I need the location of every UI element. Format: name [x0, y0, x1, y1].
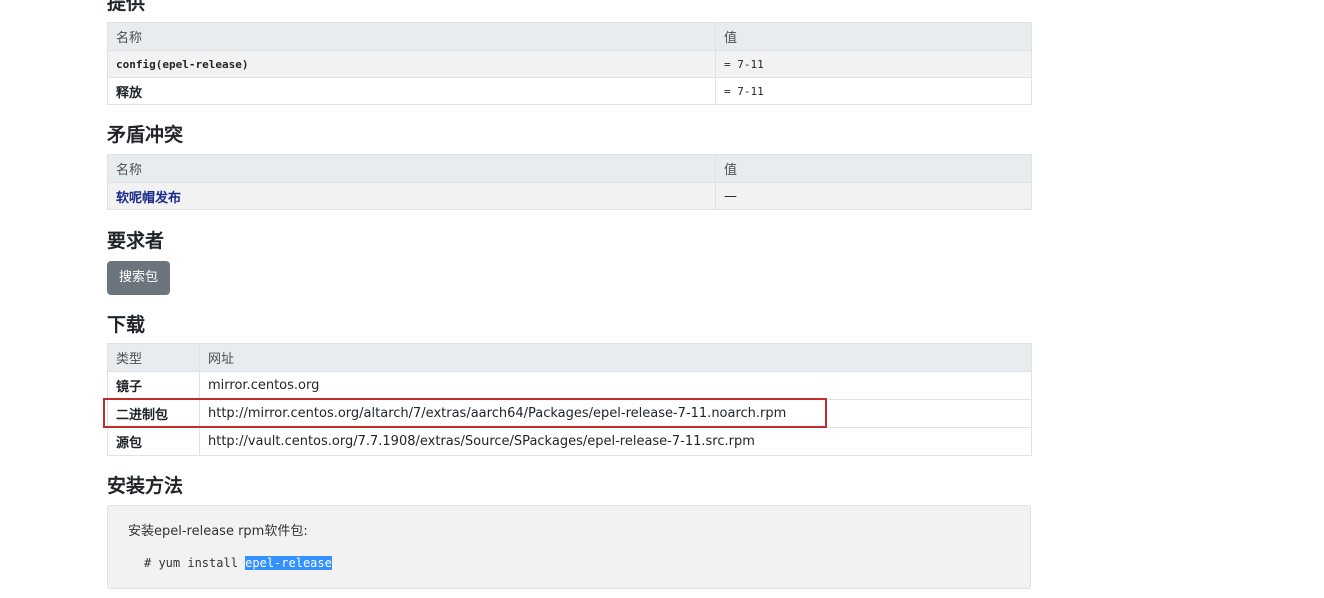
- install-description: 安装epel-release rpm软件包:: [128, 524, 308, 539]
- table-row: 源包 http://vault.centos.org/7.7.1908/extr…: [107, 427, 1032, 456]
- provides-heading: 提供: [107, 0, 146, 14]
- column-header-type: 类型: [107, 343, 200, 372]
- provide-value: = 7-11: [715, 50, 1032, 78]
- column-header-url: 网址: [199, 343, 1032, 372]
- provides-table: 名称 值 config(epel-release) = 7-11 释放 = 7-…: [107, 22, 1032, 105]
- provides-section: 名称 值 config(epel-release) = 7-11 释放 = 7-…: [107, 22, 1032, 105]
- conflicts-table: 名称 值 软呢帽发布 —: [107, 154, 1032, 210]
- download-type: 二进制包: [107, 399, 200, 428]
- download-url[interactable]: http://vault.centos.org/7.7.1908/extras/…: [199, 427, 1032, 456]
- column-header-value: 值: [715, 154, 1032, 183]
- table-header-row: 名称 值: [107, 154, 1032, 183]
- table-row: config(epel-release) = 7-11: [107, 50, 1032, 78]
- download-url[interactable]: http://mirror.centos.org/altarch/7/extra…: [199, 399, 1032, 428]
- provide-value: = 7-11: [715, 77, 1032, 105]
- install-heading: 安装方法: [107, 475, 184, 497]
- install-command: # yum install epel-release: [144, 556, 332, 570]
- download-type: 镜子: [107, 371, 200, 400]
- table-row: 镜子 mirror.centos.org: [107, 371, 1032, 400]
- download-heading: 下载: [107, 314, 146, 336]
- conflict-name-cell: 软呢帽发布: [107, 182, 716, 210]
- column-header-name: 名称: [107, 22, 716, 51]
- required-by-section: 搜索包: [107, 261, 171, 295]
- install-command-prefix: # yum install: [144, 556, 246, 570]
- conflicts-heading: 矛盾冲突: [107, 124, 184, 146]
- required-by-heading: 要求者: [107, 230, 165, 252]
- table-row: 二进制包 http://mirror.centos.org/altarch/7/…: [107, 399, 1032, 428]
- download-section: 类型 网址 镜子 mirror.centos.org 二进制包 http://m…: [107, 343, 1032, 456]
- table-header-row: 类型 网址: [107, 343, 1032, 372]
- install-instructions-box: 安装epel-release rpm软件包: # yum install epe…: [107, 505, 1031, 589]
- table-row: 软呢帽发布 —: [107, 182, 1032, 210]
- conflict-package-link[interactable]: 软呢帽发布: [116, 191, 181, 206]
- column-header-name: 名称: [107, 154, 716, 183]
- column-header-value: 值: [715, 22, 1032, 51]
- install-command-package[interactable]: epel-release: [245, 556, 332, 570]
- provide-name: config(epel-release): [107, 50, 716, 78]
- conflict-value: —: [715, 182, 1032, 210]
- conflicts-section: 名称 值 软呢帽发布 —: [107, 154, 1032, 210]
- download-url[interactable]: mirror.centos.org: [199, 371, 1032, 400]
- provide-name: 释放: [107, 77, 716, 105]
- table-row: 释放 = 7-11: [107, 77, 1032, 105]
- download-type: 源包: [107, 427, 200, 456]
- table-header-row: 名称 值: [107, 22, 1032, 51]
- search-packages-button[interactable]: 搜索包: [107, 261, 171, 295]
- download-table: 类型 网址 镜子 mirror.centos.org 二进制包 http://m…: [107, 343, 1032, 456]
